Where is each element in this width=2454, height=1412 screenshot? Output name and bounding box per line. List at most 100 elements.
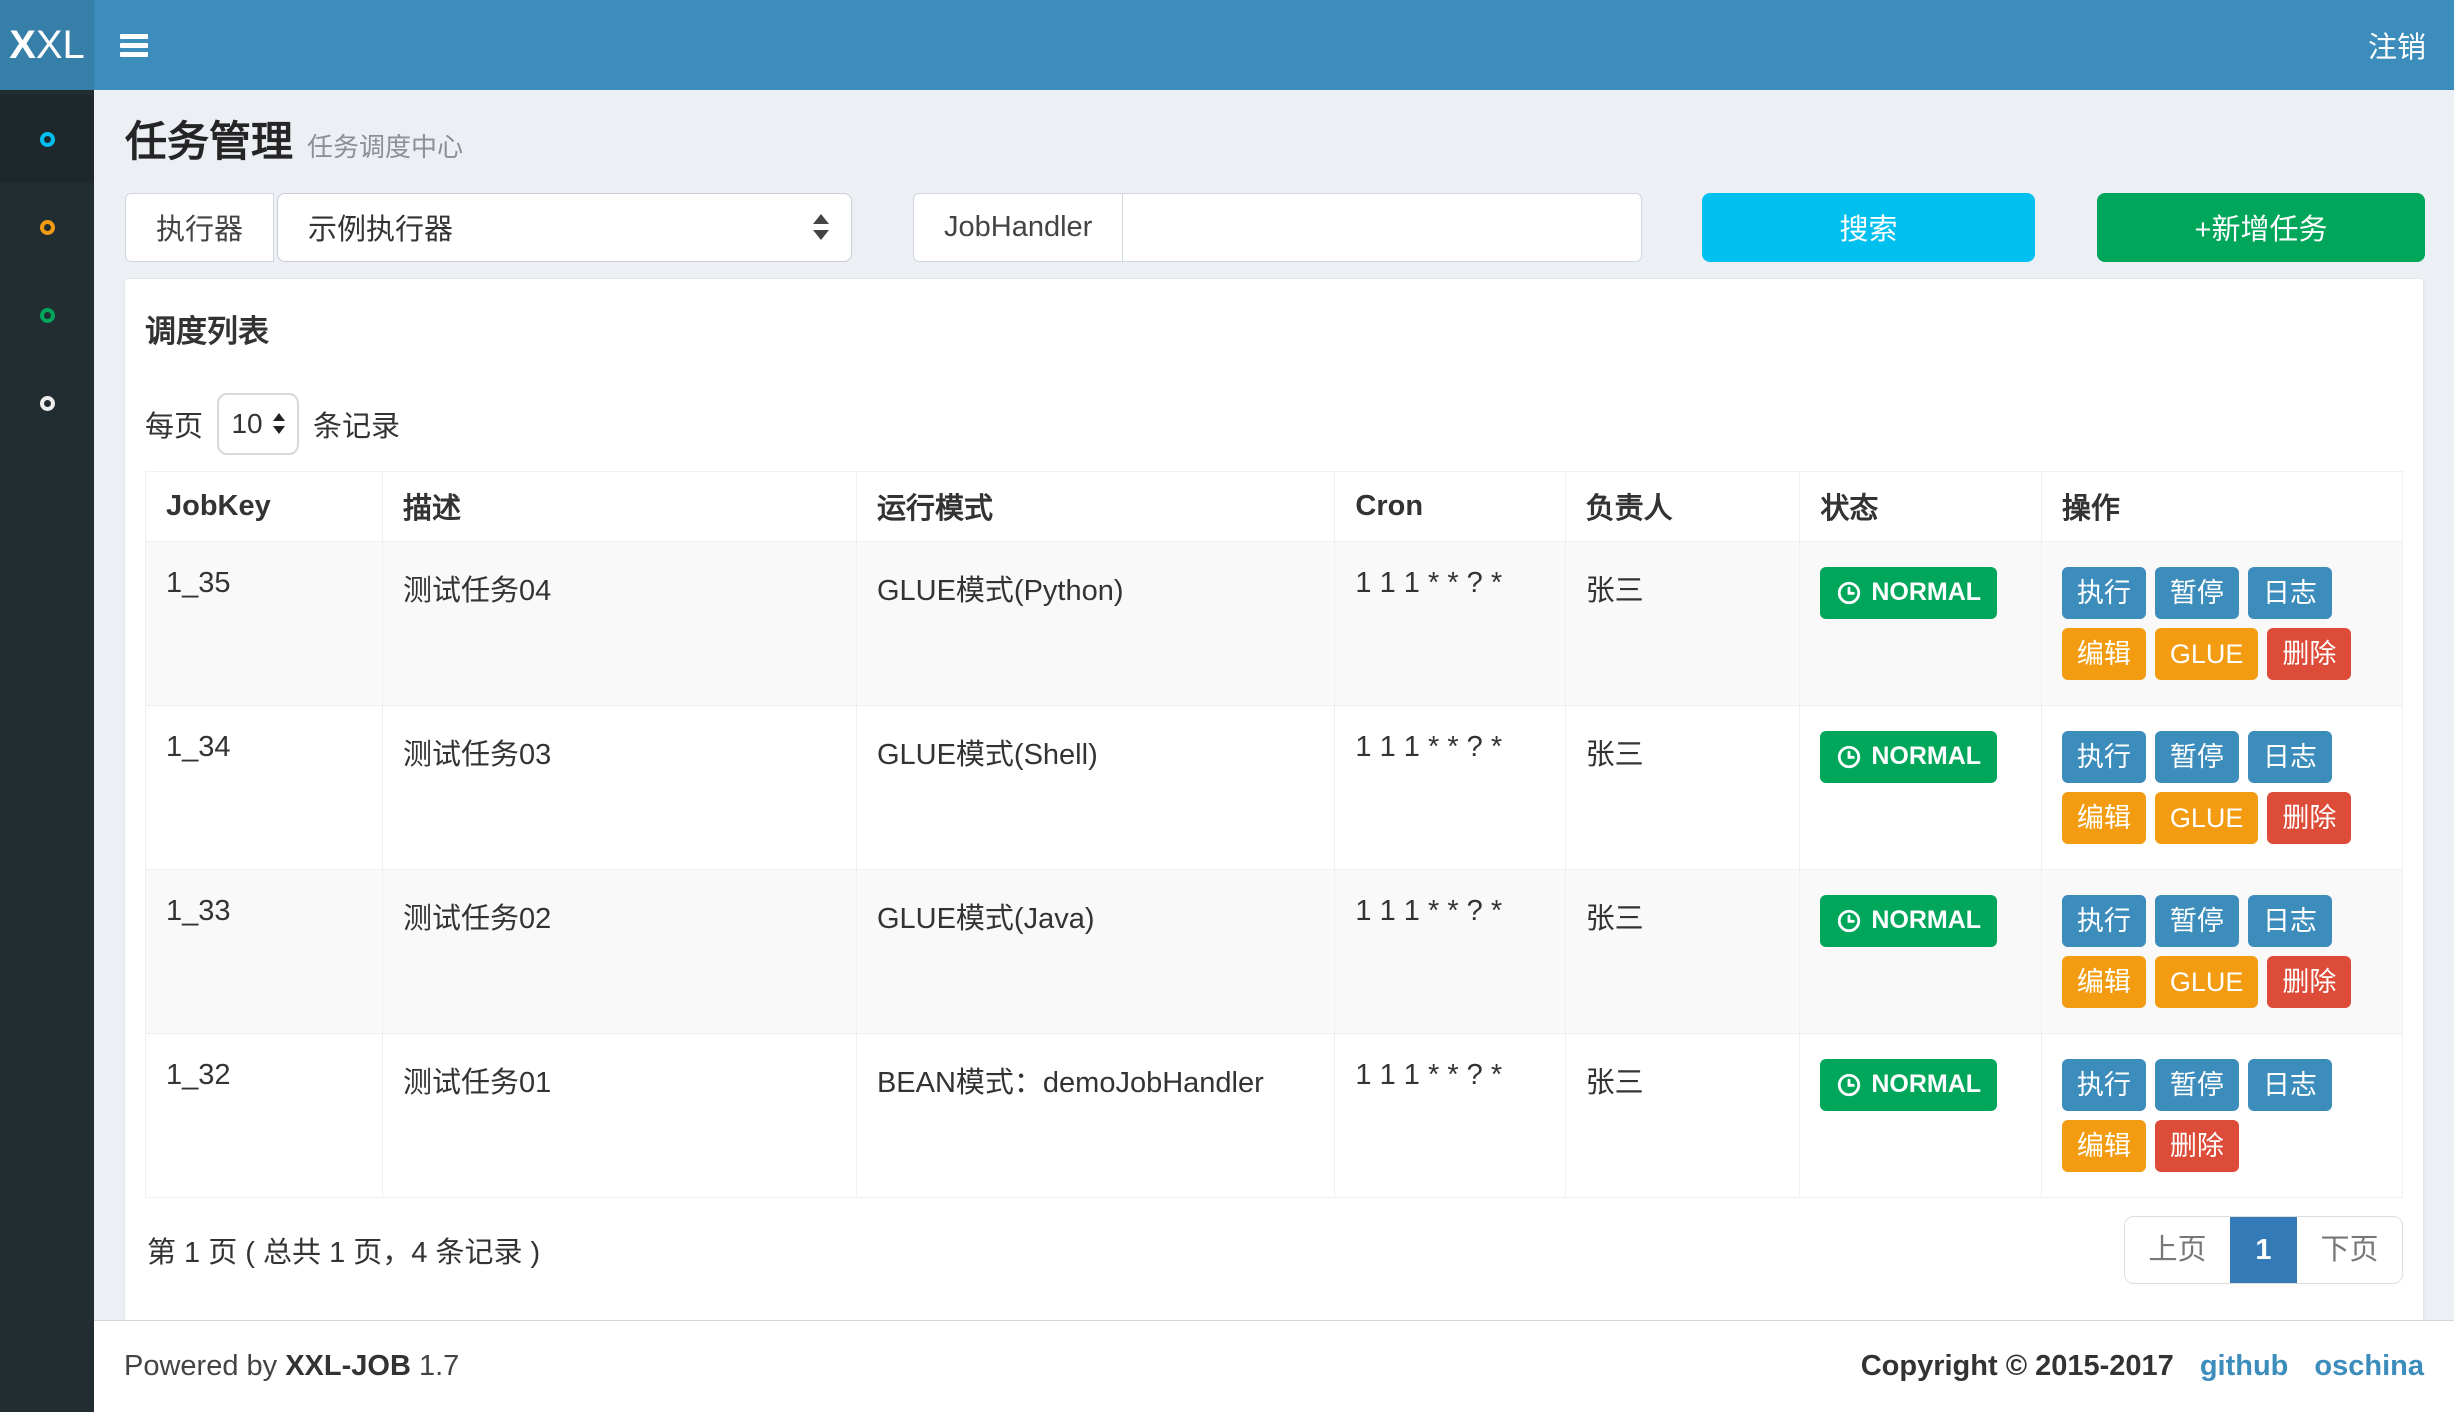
edit-button[interactable]: 编辑 [2062, 1120, 2146, 1172]
logout-link[interactable]: 注销 [2368, 0, 2426, 90]
log-button[interactable]: 日志 [2248, 895, 2332, 947]
owner-cell: 张三 [1565, 541, 1800, 705]
sidebar-item-1[interactable] [0, 95, 94, 183]
cron-cell: 1 1 1 * * ? * [1335, 705, 1565, 869]
action-button-row: 编辑GLUE删除 [2062, 792, 2382, 844]
glue-button[interactable]: GLUE [2155, 792, 2259, 844]
executor-filter-group: 执行器 示例执行器 [125, 193, 852, 262]
pause-button[interactable]: 暂停 [2155, 567, 2239, 619]
oschina-link[interactable]: oschina [2314, 1350, 2424, 1383]
delete-button[interactable]: 删除 [2267, 792, 2351, 844]
status-cell: NORMAL [1800, 541, 2041, 705]
runmode-cell: GLUE模式(Python) [856, 541, 1334, 705]
column-header-jobkey: JobKey [146, 471, 383, 541]
pause-button[interactable]: 暂停 [2155, 895, 2239, 947]
table-row: 1_34 测试任务03 GLUE模式(Shell) 1 1 1 * * ? * … [146, 705, 2403, 869]
run-button[interactable]: 执行 [2062, 731, 2146, 783]
glue-button[interactable]: GLUE [2155, 956, 2259, 1008]
page-title: 任务管理 任务调度中心 [125, 116, 2424, 169]
page-size-suffix: 条记录 [313, 403, 400, 445]
circle-icon [40, 396, 55, 411]
logo-light-text: XL [36, 23, 85, 68]
status-cell: NORMAL [1800, 1033, 2041, 1197]
prev-page-button[interactable]: 上页 [2125, 1217, 2230, 1283]
hamburger-icon [120, 30, 148, 61]
jobkey-cell: 1_35 [146, 541, 383, 705]
executor-select[interactable]: 示例执行器 [277, 193, 852, 262]
sidebar-toggle-button[interactable] [94, 0, 174, 90]
column-header-status: 状态 [1800, 471, 2041, 541]
table-header-row: JobKey描述运行模式Cron负责人状态操作 [146, 471, 2403, 541]
jobhandler-input[interactable] [1123, 193, 1642, 262]
run-button[interactable]: 执行 [2062, 895, 2146, 947]
search-button[interactable]: 搜索 [1702, 193, 2035, 262]
owner-cell: 张三 [1565, 1033, 1800, 1197]
clock-icon [1836, 744, 1862, 770]
current-page-button[interactable]: 1 [2230, 1217, 2297, 1283]
status-badge: NORMAL [1820, 731, 1997, 783]
column-header-description: 描述 [382, 471, 856, 541]
filter-toolbar: 执行器 示例执行器 JobHandler 搜索 +新增任务 [94, 193, 2454, 262]
jobhandler-filter-group: JobHandler [913, 193, 1642, 262]
pagination-controls: 上页 1 下页 [2124, 1216, 2403, 1284]
page-header: 任务管理 任务调度中心 [94, 90, 2454, 185]
log-button[interactable]: 日志 [2248, 1059, 2332, 1111]
status-cell: NORMAL [1800, 869, 2041, 1033]
circle-icon [40, 308, 55, 323]
delete-button[interactable]: 删除 [2267, 628, 2351, 680]
select-arrows-icon [813, 214, 829, 240]
job-table: JobKey描述运行模式Cron负责人状态操作 1_35 测试任务04 GLUE… [145, 471, 2403, 1198]
action-button-row: 编辑GLUE删除 [2062, 628, 2382, 680]
edit-button[interactable]: 编辑 [2062, 956, 2146, 1008]
jobkey-cell: 1_34 [146, 705, 383, 869]
sidebar-item-4[interactable] [0, 359, 94, 447]
status-label: NORMAL [1871, 906, 1981, 935]
pagination-summary: 第 1 页 ( 总共 1 页，4 条记录 ) [145, 1229, 540, 1271]
cron-cell: 1 1 1 * * ? * [1335, 1033, 1565, 1197]
page-size-prefix: 每页 [145, 403, 203, 445]
runmode-cell: GLUE模式(Shell) [856, 705, 1334, 869]
run-button[interactable]: 执行 [2062, 1059, 2146, 1111]
main-content: 任务管理 任务调度中心 执行器 示例执行器 JobHandler 搜索 +新增任… [94, 90, 2454, 1320]
runmode-cell: BEAN模式：demoJobHandler [856, 1033, 1334, 1197]
add-job-button[interactable]: +新增任务 [2097, 193, 2425, 262]
job-table-body: 1_35 测试任务04 GLUE模式(Python) 1 1 1 * * ? *… [146, 541, 2403, 1197]
page-title-text: 任务管理 [125, 116, 293, 169]
top-navbar: XXL 注销 [0, 0, 2454, 90]
page-size-value: 10 [231, 408, 262, 440]
pause-button[interactable]: 暂停 [2155, 1059, 2239, 1111]
app-logo[interactable]: XXL [0, 0, 94, 90]
log-button[interactable]: 日志 [2248, 731, 2332, 783]
delete-button[interactable]: 删除 [2267, 956, 2351, 1008]
log-button[interactable]: 日志 [2248, 567, 2332, 619]
product-name: XXL-JOB [285, 1350, 411, 1382]
column-header-cron: Cron [1335, 471, 1565, 541]
cron-cell: 1 1 1 * * ? * [1335, 869, 1565, 1033]
github-link[interactable]: github [2200, 1350, 2289, 1383]
sidebar-item-2[interactable] [0, 183, 94, 271]
run-button[interactable]: 执行 [2062, 567, 2146, 619]
sidebar-item-3[interactable] [0, 271, 94, 359]
edit-button[interactable]: 编辑 [2062, 792, 2146, 844]
edit-button[interactable]: 编辑 [2062, 628, 2146, 680]
table-row: 1_33 测试任务02 GLUE模式(Java) 1 1 1 * * ? * 张… [146, 869, 2403, 1033]
glue-button[interactable]: GLUE [2155, 628, 2259, 680]
cron-cell: 1 1 1 * * ? * [1335, 541, 1565, 705]
page-size-select[interactable]: 10 [217, 393, 299, 455]
jobhandler-label: JobHandler [913, 193, 1123, 262]
executor-selected-value: 示例执行器 [308, 206, 813, 248]
description-cell: 测试任务02 [382, 869, 856, 1033]
xxl-job-app: XXL 注销 任务管理 任务调度中心 执行器 示例执行器 JobHandler [0, 0, 2454, 1412]
actions-cell: 执行暂停日志编辑GLUE删除 [2041, 869, 2402, 1033]
clock-icon [1836, 580, 1862, 606]
owner-cell: 张三 [1565, 869, 1800, 1033]
next-page-button[interactable]: 下页 [2297, 1217, 2402, 1283]
schedule-list-panel: 调度列表 每页 10 条记录 JobKey描述运行模式Cron负责人状态操作 1… [124, 278, 2424, 1323]
executor-label: 执行器 [125, 193, 274, 262]
powered-by: Powered by XXL-JOB 1.7 [124, 1350, 459, 1383]
delete-button[interactable]: 删除 [2155, 1120, 2239, 1172]
description-cell: 测试任务01 [382, 1033, 856, 1197]
pause-button[interactable]: 暂停 [2155, 731, 2239, 783]
action-button-row: 编辑删除 [2062, 1120, 2382, 1172]
action-button-row: 编辑GLUE删除 [2062, 956, 2382, 1008]
